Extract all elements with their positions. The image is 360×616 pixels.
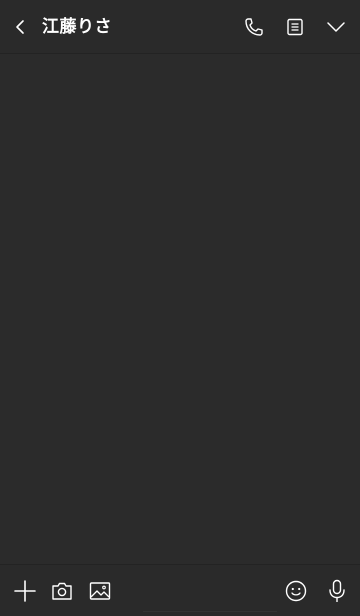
plus-icon <box>12 578 38 604</box>
back-button[interactable] <box>4 11 36 43</box>
image-icon <box>88 579 112 603</box>
chevron-down-icon <box>325 16 347 38</box>
chat-header: 江藤りさ <box>0 0 360 54</box>
note-icon <box>285 17 305 37</box>
camera-button[interactable] <box>48 577 76 605</box>
add-button[interactable] <box>11 577 39 605</box>
message-composer <box>0 564 360 616</box>
emoji-icon <box>284 579 308 603</box>
note-button[interactable] <box>279 11 311 43</box>
emoji-button[interactable] <box>282 577 310 605</box>
chevron-left-icon <box>10 17 30 37</box>
message-input[interactable] <box>143 573 277 612</box>
image-button[interactable] <box>86 577 114 605</box>
menu-button[interactable] <box>320 11 352 43</box>
microphone-button[interactable] <box>323 577 351 605</box>
call-button[interactable] <box>237 11 269 43</box>
phone-icon <box>242 16 264 38</box>
message-area[interactable] <box>0 54 360 564</box>
chat-title: 江藤りさ <box>42 17 112 37</box>
camera-icon <box>50 579 74 603</box>
microphone-icon <box>325 578 349 604</box>
